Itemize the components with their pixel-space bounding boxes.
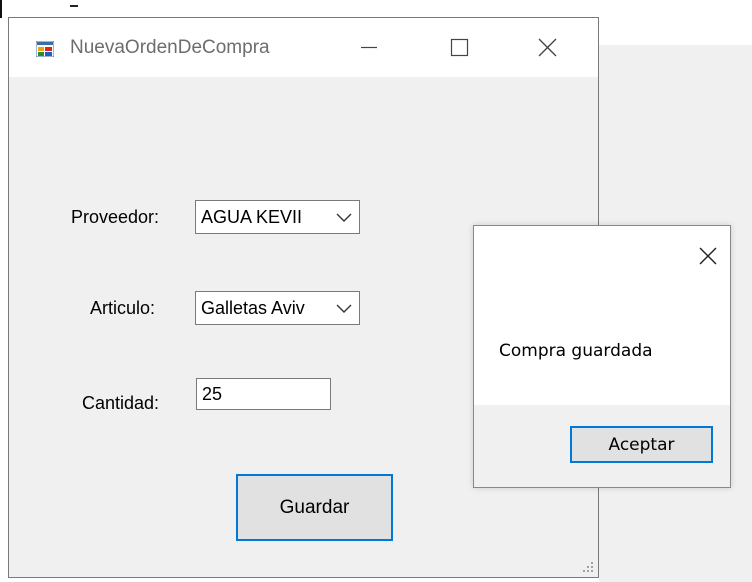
articulo-combobox[interactable]: Galletas Aviv: [195, 291, 360, 325]
proveedor-label: Proveedor:: [71, 207, 160, 227]
resize-grip-icon[interactable]: [582, 561, 594, 573]
minimize-button[interactable]: [344, 18, 390, 77]
background-edge: [0, 0, 2, 18]
close-icon: [538, 38, 557, 57]
maximize-icon: [450, 38, 469, 57]
articulo-value: Galletas Aviv: [201, 298, 305, 318]
proveedor-value: AGUA KEVII: [201, 207, 303, 227]
guardar-button[interactable]: Guardar: [236, 474, 393, 541]
articulo-dropdown-button[interactable]: [329, 292, 359, 324]
dialog-footer: Aceptar: [474, 405, 730, 487]
articulo-label: Articulo:: [90, 298, 156, 318]
proveedor-dropdown-button[interactable]: [329, 201, 359, 233]
windows-form-icon: [36, 41, 54, 57]
window-title: NuevaOrdenDeCompra: [70, 37, 270, 58]
background-fragment: [70, 5, 78, 13]
cantidad-value: 25: [202, 384, 223, 404]
title-bar[interactable]: NuevaOrdenDeCompra: [9, 18, 598, 77]
aceptar-button[interactable]: Aceptar: [570, 426, 713, 463]
maximize-button[interactable]: [434, 18, 480, 77]
cantidad-input[interactable]: 25: [196, 378, 331, 410]
chevron-down-icon: [336, 304, 352, 313]
minimize-icon: [361, 46, 377, 49]
chevron-down-icon: [336, 213, 352, 222]
proveedor-combobox[interactable]: AGUA KEVII: [195, 200, 360, 234]
dialog-close-button[interactable]: [696, 244, 720, 268]
dialog-message: Compra guardada: [499, 341, 653, 361]
close-icon: [699, 247, 717, 265]
close-button[interactable]: [524, 18, 570, 77]
cantidad-label: Cantidad:: [82, 393, 160, 413]
message-dialog: Compra guardada Aceptar: [473, 225, 731, 488]
